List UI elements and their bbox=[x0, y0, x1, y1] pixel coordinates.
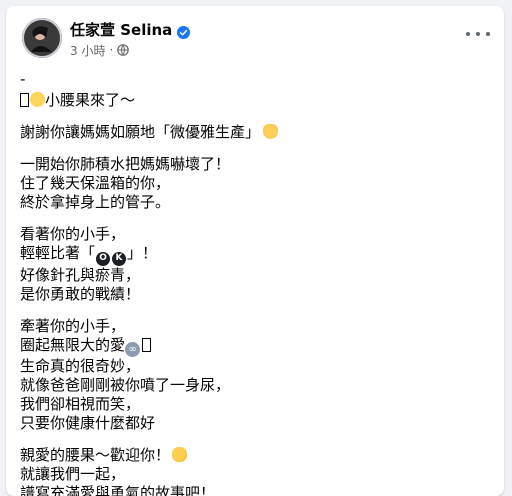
text-line: 看著你的小手， bbox=[20, 225, 490, 244]
text-line: 只要你健康什麼都好 bbox=[20, 414, 490, 433]
text-line: 就讓我們一起， bbox=[20, 465, 490, 484]
meta-separator: · bbox=[109, 43, 113, 57]
text-line-content: 」！ bbox=[127, 244, 157, 262]
text-line: 譜寫充滿愛與勇氣的故事吧！ bbox=[20, 484, 490, 496]
text-line: 住了幾天保溫箱的你， bbox=[20, 174, 490, 193]
post-content: - 小腰果來了～ 謝謝你讓媽媽如願地「微優雅生產」 一開始你肺積水把媽媽嚇壞了！… bbox=[20, 70, 490, 496]
ok-emoji: K bbox=[112, 252, 126, 266]
chick-emoji bbox=[30, 92, 45, 107]
more-options-icon[interactable] bbox=[466, 26, 490, 42]
text-line-content: 輕輕比著「 bbox=[20, 244, 95, 262]
clapping-hands-emoji bbox=[172, 447, 187, 462]
text-line: 我們卻相視而笑， bbox=[20, 395, 490, 414]
text-line: - bbox=[20, 70, 490, 89]
post-meta: 3 小時 · bbox=[70, 42, 129, 58]
text-line: 一開始你肺積水把媽媽嚇壞了！ bbox=[20, 155, 490, 174]
author-name[interactable]: 任家萱 Selina bbox=[70, 20, 172, 40]
missing-glyph-icon bbox=[142, 338, 151, 352]
text-line-content: 謝謝你讓媽媽如願地「微優雅生產」 bbox=[20, 123, 260, 141]
text-line: 牽著你的小手， bbox=[20, 317, 490, 336]
text-line: 輕輕比著「OK」！ bbox=[20, 244, 490, 266]
text-line: 小腰果來了～ bbox=[20, 91, 490, 110]
text-line: 終於拿掉身上的管子。 bbox=[20, 193, 490, 212]
text-line: 謝謝你讓媽媽如願地「微優雅生產」 bbox=[20, 123, 490, 142]
post-card: 任家萱 Selina 3 小時 · - 小腰果來了～ bbox=[6, 6, 504, 496]
avatar[interactable] bbox=[22, 18, 62, 58]
globe-icon bbox=[117, 44, 129, 56]
paragraph: 看著你的小手， 輕輕比著「OK」！ 好像針孔與瘀青， 是你勇敢的戰績！ bbox=[20, 225, 490, 304]
text-line: 是你勇敢的戰績！ bbox=[20, 285, 490, 304]
text-line: 生命真的很奇妙， bbox=[20, 357, 490, 376]
text-line: 親愛的腰果～歡迎你！ bbox=[20, 446, 490, 465]
missing-glyph-icon bbox=[20, 93, 29, 107]
paragraph: 親愛的腰果～歡迎你！ 就讓我們一起， 譜寫充滿愛與勇氣的故事吧！ bbox=[20, 446, 490, 496]
text-line: 好像針孔與瘀青， bbox=[20, 266, 490, 285]
post-time[interactable]: 3 小時 bbox=[70, 42, 105, 59]
text-line-content: 小腰果來了～ bbox=[45, 91, 135, 109]
paragraph: 小腰果來了～ bbox=[20, 91, 490, 110]
text-line: 就像爸爸剛剛被你噴了一身尿， bbox=[20, 376, 490, 395]
paragraph: 謝謝你讓媽媽如願地「微優雅生產」 bbox=[20, 123, 490, 142]
paragraph: 牽著你的小手， 圈起無限大的愛∞ 生命真的很奇妙， 就像爸爸剛剛被你噴了一身尿，… bbox=[20, 317, 490, 433]
author-row: 任家萱 Selina bbox=[70, 20, 190, 40]
paragraph: - bbox=[20, 70, 490, 89]
paragraph: 一開始你肺積水把媽媽嚇壞了！ 住了幾天保溫箱的你， 終於拿掉身上的管子。 bbox=[20, 155, 490, 212]
infinity-emoji: ∞ bbox=[125, 342, 140, 357]
verified-badge-icon bbox=[177, 24, 190, 37]
text-line: 圈起無限大的愛∞ bbox=[20, 336, 490, 357]
heart-hands-emoji bbox=[263, 124, 278, 139]
ok-emoji: O bbox=[96, 252, 110, 266]
text-line-content: 親愛的腰果～歡迎你！ bbox=[20, 446, 170, 464]
text-line-content: 圈起無限大的愛 bbox=[20, 336, 125, 354]
